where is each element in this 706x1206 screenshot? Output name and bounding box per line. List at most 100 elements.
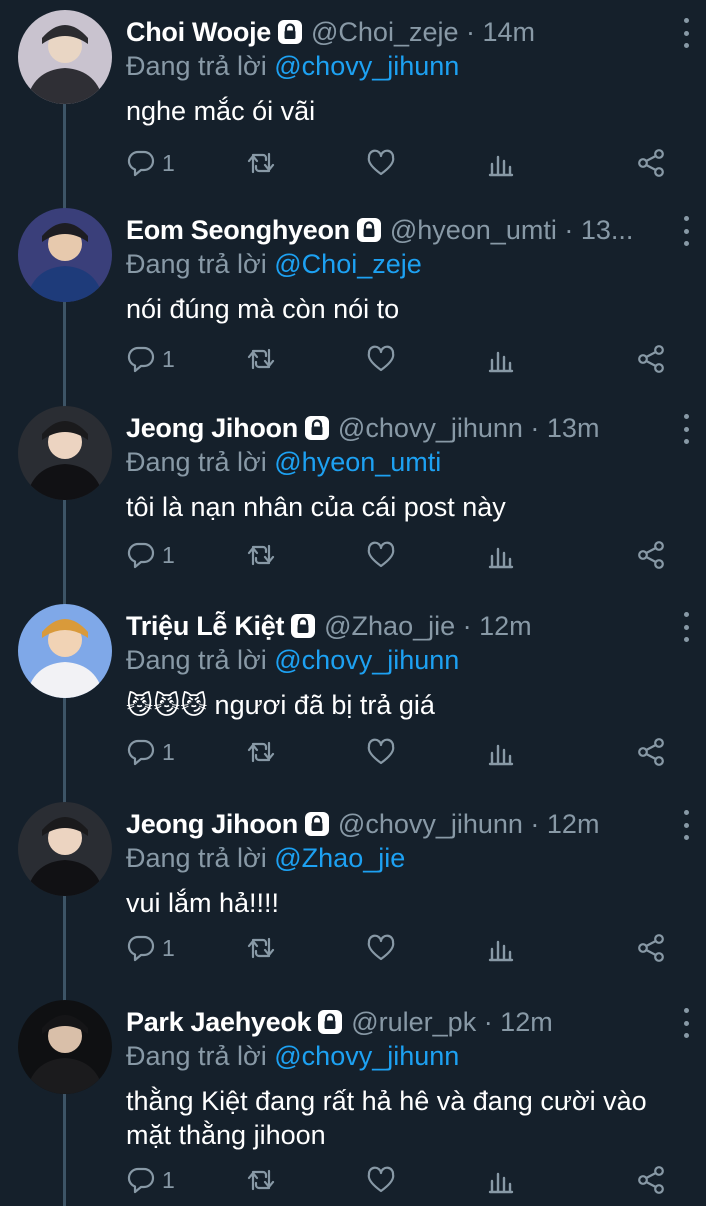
tweet-2[interactable]: Eom Seonghyeon @hyeon_umti · 13... Đang … — [0, 198, 706, 396]
retweet-icon — [247, 741, 275, 763]
replying-to-label: Đang trả lời — [126, 645, 275, 675]
display-name[interactable]: Jeong Jihoon — [126, 413, 298, 444]
display-name[interactable]: Park Jaehyeok — [126, 1007, 312, 1038]
replying-to: Đang trả lời @chovy_jihunn — [126, 1038, 686, 1074]
tweet-3[interactable]: Jeong Jihoon @chovy_jihunn · 13m Đang tr… — [0, 396, 706, 594]
reply-button[interactable]: 1 — [126, 737, 186, 767]
reply-target-link[interactable]: @chovy_jihunn — [274, 1041, 459, 1071]
analytics-icon — [488, 155, 514, 177]
avatar[interactable] — [18, 604, 112, 698]
analytics-button[interactable] — [486, 1165, 546, 1195]
share-button[interactable] — [606, 933, 666, 963]
tweet-1[interactable]: Choi Wooje @Choi_zeje · 14m Đang trả lời… — [0, 0, 706, 198]
tweet-6[interactable]: Park Jaehyeok @ruler_pk · 12m Đang trả l… — [0, 990, 706, 1194]
display-name[interactable]: Triệu Lễ Kiệt — [126, 611, 284, 642]
tweet-header: Choi Wooje @Choi_zeje · 14m — [126, 12, 686, 52]
retweet-button[interactable] — [246, 344, 306, 374]
analytics-button[interactable] — [486, 540, 546, 570]
lock-icon — [290, 613, 316, 639]
reply-button[interactable]: 1 — [126, 1165, 186, 1195]
lock-icon — [304, 811, 330, 837]
replying-to: Đang trả lời @Choi_zeje — [126, 246, 686, 282]
share-button[interactable] — [606, 1165, 666, 1195]
retweet-button[interactable] — [246, 933, 306, 963]
like-button[interactable] — [366, 1165, 426, 1195]
display-name[interactable]: Eom Seonghyeon — [126, 215, 350, 246]
avatar[interactable] — [18, 10, 112, 104]
heart-icon — [367, 738, 395, 765]
share-button[interactable] — [606, 344, 666, 374]
like-button[interactable] — [366, 737, 426, 767]
retweet-icon — [247, 1169, 275, 1191]
share-icon — [638, 541, 664, 569]
reply-target-link[interactable]: @Zhao_jie — [274, 843, 405, 873]
lock-icon — [356, 217, 382, 243]
share-button[interactable] — [606, 737, 666, 767]
more-vertical-icon[interactable] — [674, 216, 698, 246]
tweet-5[interactable]: Jeong Jihoon @chovy_jihunn · 12m Đang tr… — [0, 792, 706, 990]
avatar[interactable] — [18, 208, 112, 302]
reply-button[interactable]: 1 — [126, 148, 186, 178]
retweet-icon — [247, 348, 275, 370]
avatar[interactable] — [18, 406, 112, 500]
reply-target-link[interactable]: @hyeon_umti — [274, 447, 441, 477]
like-button[interactable] — [366, 933, 426, 963]
lock-icon — [277, 19, 303, 45]
more-vertical-icon[interactable] — [674, 414, 698, 444]
analytics-button[interactable] — [486, 148, 546, 178]
analytics-icon — [488, 351, 514, 373]
analytics-button[interactable] — [486, 344, 546, 374]
like-button[interactable] — [366, 344, 426, 374]
retweet-button[interactable] — [246, 737, 306, 767]
reply-icon — [127, 542, 155, 569]
more-vertical-icon[interactable] — [674, 1008, 698, 1038]
reply-button[interactable]: 1 — [126, 344, 186, 374]
heart-icon — [367, 934, 395, 961]
avatar[interactable] — [18, 802, 112, 896]
tweet-text-body: ngươi đã bị trả giá — [214, 690, 435, 720]
reply-button[interactable]: 1 — [126, 933, 186, 963]
handle-and-time[interactable]: @ruler_pk · 12m — [351, 1007, 686, 1038]
analytics-button[interactable] — [486, 933, 546, 963]
more-vertical-icon[interactable] — [674, 810, 698, 840]
display-name[interactable]: Choi Wooje — [126, 17, 271, 48]
handle-and-time[interactable]: @chovy_jihunn · 12m — [338, 809, 686, 840]
handle-and-time[interactable]: @chovy_jihunn · 13m — [338, 413, 686, 444]
reply-target-link[interactable]: @chovy_jihunn — [274, 645, 459, 675]
tweet-text: nói đúng mà còn nói to — [126, 292, 686, 326]
more-vertical-icon[interactable] — [674, 612, 698, 642]
replying-to: Đang trả lời @Zhao_jie — [126, 840, 686, 876]
retweet-button[interactable] — [246, 1165, 306, 1195]
retweet-button[interactable] — [246, 540, 306, 570]
retweet-icon — [247, 544, 275, 566]
heart-icon — [367, 1166, 395, 1193]
reply-button[interactable]: 1 — [126, 540, 186, 570]
handle-and-time[interactable]: @Zhao_jie · 12m — [324, 611, 686, 642]
tweet-content: Triệu Lễ Kiệt @Zhao_jie · 12m Đang trả l… — [126, 606, 689, 722]
retweet-button[interactable] — [246, 148, 306, 178]
handle-and-time[interactable]: @Choi_zeje · 14m — [311, 17, 686, 48]
reply-count: 1 — [162, 541, 175, 568]
tweet-header: Park Jaehyeok @ruler_pk · 12m — [126, 1002, 686, 1042]
share-icon — [638, 149, 664, 177]
more-vertical-icon[interactable] — [674, 18, 698, 48]
like-button[interactable] — [366, 148, 426, 178]
reply-target-link[interactable]: @chovy_jihunn — [274, 51, 459, 81]
tweet-4[interactable]: Triệu Lễ Kiệt @Zhao_jie · 12m Đang trả l… — [0, 594, 706, 792]
reply-icon — [127, 346, 155, 373]
share-button[interactable] — [606, 540, 666, 570]
heart-icon — [367, 541, 395, 568]
tweet-actions: 1 — [126, 341, 666, 377]
tweet-actions: 1 — [126, 734, 666, 770]
share-icon — [638, 1166, 664, 1194]
reply-target-link[interactable]: @Choi_zeje — [274, 249, 422, 279]
handle-and-time[interactable]: @hyeon_umti · 13... — [390, 215, 686, 246]
share-icon — [638, 738, 664, 766]
reply-count: 1 — [162, 934, 175, 961]
share-button[interactable] — [606, 148, 666, 178]
avatar[interactable] — [18, 1000, 112, 1094]
analytics-button[interactable] — [486, 737, 546, 767]
replying-to-label: Đang trả lời — [126, 447, 275, 477]
display-name[interactable]: Jeong Jihoon — [126, 809, 298, 840]
like-button[interactable] — [366, 540, 426, 570]
